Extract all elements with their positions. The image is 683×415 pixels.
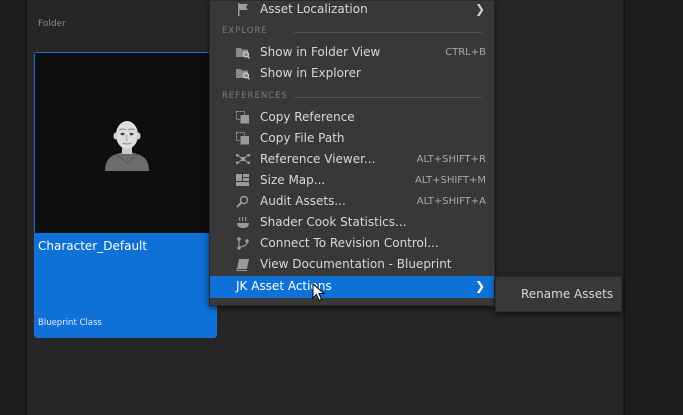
folder-search-icon xyxy=(236,48,250,59)
menu-item-label: Copy File Path xyxy=(260,131,345,145)
folder-label: Folder xyxy=(38,19,66,29)
menu-item-label: View Documentation - Blueprint xyxy=(260,257,452,271)
documentation-icon xyxy=(236,259,249,271)
section-divider xyxy=(294,32,482,33)
chevron-right-icon: ❯ xyxy=(474,279,485,293)
menu-item-connect-revision-control[interactable]: Connect To Revision Control... xyxy=(210,233,494,254)
menu-item-shortcut: ALT+SHIFT+R xyxy=(416,154,486,165)
submenu-jk-asset-actions: Rename Assets xyxy=(495,276,622,312)
menu-item-copy-file-path[interactable]: Copy File Path xyxy=(210,128,494,149)
asset-info: Character_Default Blueprint Class xyxy=(35,233,216,337)
size-map-icon xyxy=(236,174,249,186)
audit-icon xyxy=(236,195,249,208)
menu-item-label: Show in Explorer xyxy=(260,66,361,80)
asset-name: Character_Default xyxy=(38,239,148,253)
menu-item-label: Shader Cook Statistics... xyxy=(260,215,407,229)
menu-item-label: Show in Folder View xyxy=(260,45,381,59)
menu-item-show-in-explorer[interactable]: Show in Explorer xyxy=(210,63,494,84)
menu-item-reference-viewer[interactable]: Reference Viewer... ALT+SHIFT+R xyxy=(210,149,494,170)
menu-item-label: Audit Assets... xyxy=(260,194,346,208)
menu-item-audit-assets[interactable]: Audit Assets... ALT+SHIFT+A xyxy=(210,191,494,212)
menu-item-label: Reference Viewer... xyxy=(260,152,376,166)
context-menu: Asset Localization ❯ EXPLORE Show in Fol… xyxy=(209,0,495,306)
menu-item-shortcut: ALT+SHIFT+M xyxy=(414,175,486,186)
menu-item-shortcut: CTRL+B xyxy=(445,47,486,58)
copy-icon xyxy=(236,132,249,145)
menu-item-jk-asset-actions[interactable]: JK Asset Actions ❯ xyxy=(210,276,494,298)
left-panel-strip xyxy=(0,0,27,415)
asset-tile[interactable]: Character_Default Blueprint Class xyxy=(34,52,217,338)
menu-item-copy-reference[interactable]: Copy Reference xyxy=(210,107,494,128)
menu-item-label: Size Map... xyxy=(260,173,326,187)
mouse-cursor-icon xyxy=(312,283,326,302)
flag-icon xyxy=(238,3,248,16)
menu-item-shortcut: ALT+SHIFT+A xyxy=(416,196,486,207)
chevron-right-icon: ❯ xyxy=(474,2,485,16)
revision-control-icon xyxy=(237,237,249,250)
menu-item-shader-cook-statistics[interactable]: Shader Cook Statistics... xyxy=(210,212,494,233)
submenu-item-rename-assets[interactable]: Rename Assets xyxy=(496,284,621,306)
asset-thumbnail xyxy=(35,53,216,233)
menu-item-label: Connect To Revision Control... xyxy=(260,236,439,250)
folder-search-icon xyxy=(236,69,250,80)
reference-viewer-icon xyxy=(236,154,250,164)
section-header-references: REFERENCES xyxy=(222,91,288,101)
menu-item-label: Copy Reference xyxy=(260,110,355,124)
section-divider xyxy=(294,97,482,98)
menu-item-size-map[interactable]: Size Map... ALT+SHIFT+M xyxy=(210,170,494,191)
menu-item-label: Asset Localization xyxy=(260,2,368,16)
character-icon xyxy=(105,121,149,171)
asset-class: Blueprint Class xyxy=(38,318,102,328)
menu-item-asset-localization[interactable]: Asset Localization ❯ xyxy=(210,0,494,20)
submenu-item-label: Rename Assets xyxy=(521,287,614,301)
shader-stats-icon xyxy=(237,216,249,228)
section-header-explore: EXPLORE xyxy=(222,26,268,36)
menu-item-view-documentation[interactable]: View Documentation - Blueprint xyxy=(210,254,494,275)
menu-item-show-in-folder-view[interactable]: Show in Folder View CTRL+B xyxy=(210,42,494,63)
copy-icon xyxy=(236,111,249,124)
right-panel-strip xyxy=(624,0,683,415)
